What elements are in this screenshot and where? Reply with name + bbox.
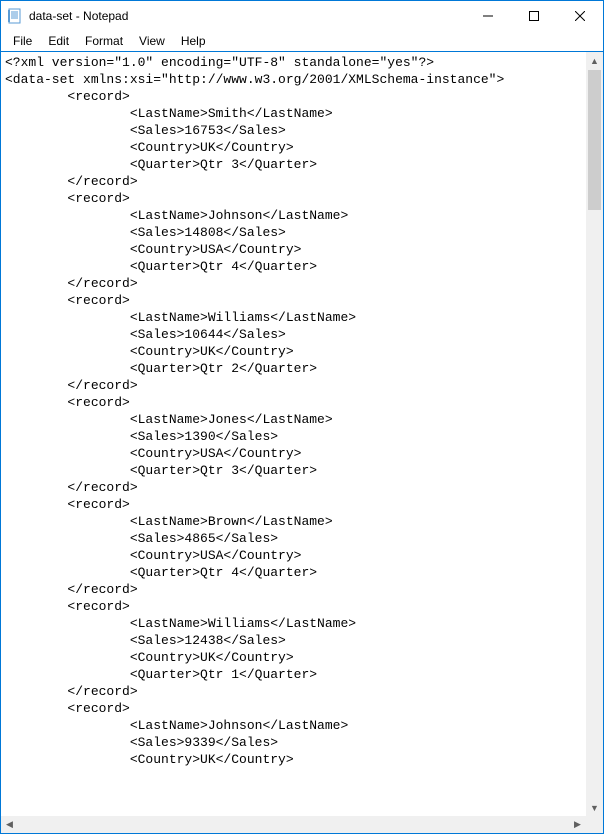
- menu-format[interactable]: Format: [77, 32, 131, 50]
- menu-edit[interactable]: Edit: [40, 32, 77, 50]
- menu-help[interactable]: Help: [173, 32, 214, 50]
- scroll-up-arrow-icon[interactable]: ▲: [586, 52, 603, 69]
- content-wrap: <?xml version="1.0" encoding="UTF-8" sta…: [1, 51, 603, 833]
- menu-bar: File Edit Format View Help: [1, 31, 603, 51]
- scrollbar-corner: [586, 816, 603, 833]
- scroll-right-arrow-icon[interactable]: ▶: [569, 816, 586, 833]
- minimize-button[interactable]: [465, 1, 511, 31]
- maximize-button[interactable]: [511, 1, 557, 31]
- vertical-scroll-thumb[interactable]: [588, 70, 601, 210]
- horizontal-scrollbar[interactable]: ◀ ▶: [1, 816, 603, 833]
- notepad-window: data-set - Notepad File Edit Format View…: [0, 0, 604, 834]
- horizontal-scroll-track[interactable]: [18, 816, 569, 833]
- vertical-scrollbar[interactable]: ▲ ▼: [586, 52, 603, 816]
- menu-view[interactable]: View: [131, 32, 173, 50]
- title-bar[interactable]: data-set - Notepad: [1, 1, 603, 31]
- menu-file[interactable]: File: [5, 32, 40, 50]
- scroll-left-arrow-icon[interactable]: ◀: [1, 816, 18, 833]
- close-button[interactable]: [557, 1, 603, 31]
- window-title: data-set - Notepad: [29, 9, 128, 23]
- scroll-down-arrow-icon[interactable]: ▼: [586, 799, 603, 816]
- content-area: <?xml version="1.0" encoding="UTF-8" sta…: [1, 52, 603, 816]
- text-editor[interactable]: <?xml version="1.0" encoding="UTF-8" sta…: [1, 52, 586, 816]
- notepad-icon: [7, 8, 23, 24]
